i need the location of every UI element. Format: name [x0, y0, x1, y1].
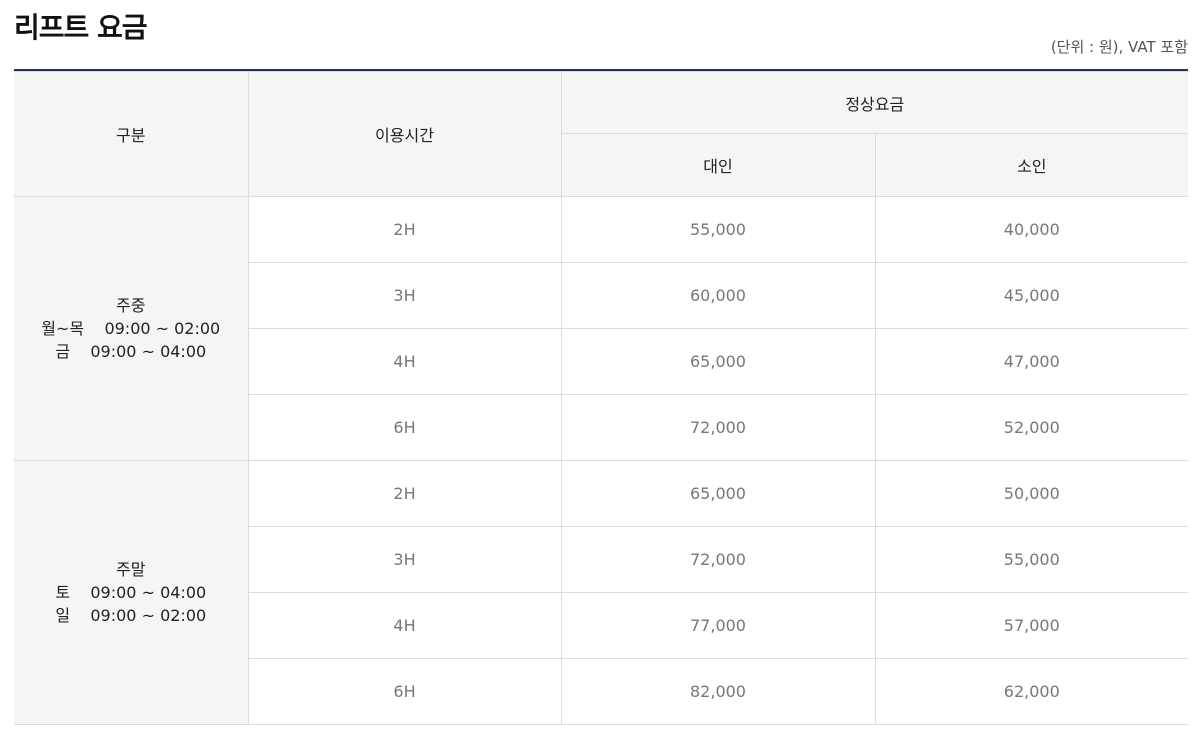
adult-fee-cell: 72,000 [560, 394, 876, 461]
lift-fee-table: 구분 이용시간 정상요금 대인 소인 주중 월~목 09:00 ~ 02:00 … [14, 71, 1189, 725]
page-title: 리프트 요금 [14, 11, 148, 44]
duration-cell: 3H [248, 526, 562, 593]
category-hours: 월~목 09:00 ~ 02:00 [41, 319, 221, 338]
duration-cell: 2H [247, 460, 562, 527]
adult-fee-cell: 55,000 [560, 196, 876, 263]
adult-fee-cell: 82,000 [560, 658, 876, 725]
category-name: 주중 [116, 296, 146, 315]
duration-cell: 3H [248, 262, 562, 329]
child-fee-cell: 55,000 [874, 526, 1189, 593]
category-name: 주말 [116, 560, 146, 579]
unit-note: (단위 : 원), VAT 포함 [1050, 38, 1188, 56]
category-hours: 일 09:00 ~ 02:00 [55, 606, 207, 625]
duration-cell: 6H [248, 658, 562, 725]
duration-cell: 6H [248, 394, 562, 461]
child-fee-cell: 57,000 [874, 592, 1189, 659]
adult-fee-cell: 60,000 [560, 262, 876, 329]
adult-fee-cell: 65,000 [560, 460, 876, 527]
adult-fee-cell: 65,000 [560, 328, 876, 395]
child-fee-cell: 62,000 [874, 658, 1189, 725]
header-regular-fee: 정상요금 [560, 71, 1189, 134]
adult-fee-cell: 77,000 [560, 592, 876, 659]
duration-cell: 2H [247, 196, 562, 263]
category-cell-weekend: 주말 토 09:00 ~ 04:00 일 09:00 ~ 02:00 [14, 460, 249, 725]
child-fee-cell: 52,000 [874, 394, 1189, 461]
table-row: 주중 월~목 09:00 ~ 02:00 금 09:00 ~ 04:00 2H … [14, 196, 1189, 461]
header-child: 소인 [874, 133, 1189, 197]
child-fee-cell: 45,000 [874, 262, 1189, 329]
duration-cell: 4H [248, 592, 562, 659]
child-fee-cell: 50,000 [874, 460, 1189, 527]
duration-cell: 4H [248, 328, 562, 395]
category-hours: 토 09:00 ~ 04:00 [55, 583, 207, 602]
header-duration: 이용시간 [247, 71, 562, 197]
child-fee-cell: 40,000 [874, 196, 1189, 263]
adult-fee-cell: 72,000 [560, 526, 876, 593]
header-adult: 대인 [561, 133, 876, 197]
category-cell-weekday: 주중 월~목 09:00 ~ 02:00 금 09:00 ~ 04:00 [14, 196, 249, 461]
child-fee-cell: 47,000 [874, 328, 1189, 395]
category-hours: 금 09:00 ~ 04:00 [55, 342, 207, 361]
header-category: 구분 [14, 71, 249, 197]
table-row: 주말 토 09:00 ~ 04:00 일 09:00 ~ 02:00 2H 65… [14, 460, 1189, 725]
